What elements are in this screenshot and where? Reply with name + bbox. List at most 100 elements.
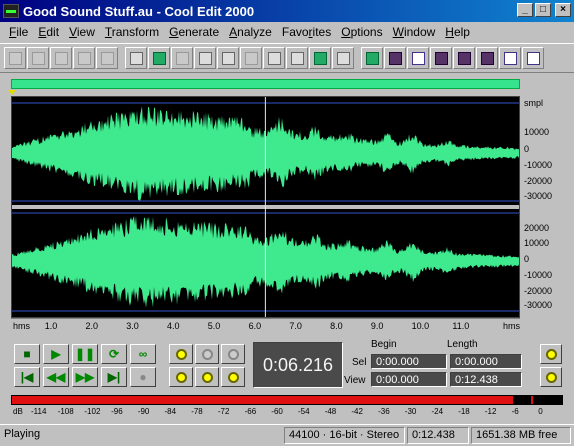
- fast-forward-button[interactable]: ▶▶: [72, 367, 98, 387]
- y-tick-label: 20000: [524, 223, 550, 233]
- paste-icon[interactable]: [263, 47, 285, 69]
- mix-paste-icon[interactable]: [286, 47, 308, 69]
- properties-icon[interactable]: [522, 47, 544, 69]
- save-icon[interactable]: [73, 47, 95, 69]
- insert-icon-glyph: [198, 51, 212, 65]
- zoom-left-icon[interactable]: [195, 367, 219, 387]
- checkbox-icon[interactable]: [407, 47, 429, 69]
- play-button[interactable]: ▶: [43, 344, 69, 364]
- close-file-icon[interactable]: [50, 47, 72, 69]
- pause-button[interactable]: ❚❚: [72, 344, 98, 364]
- status-length: 0:12.438: [407, 427, 469, 444]
- new-icon[interactable]: [4, 47, 26, 69]
- insert-icon[interactable]: [194, 47, 216, 69]
- copy-icon-glyph: [221, 51, 235, 65]
- begin-header: Begin: [371, 339, 397, 350]
- sel-begin-field[interactable]: 0:00.000: [371, 354, 447, 369]
- menu-window[interactable]: Window: [388, 25, 441, 39]
- loop-button[interactable]: ∞: [130, 344, 156, 364]
- start-marker-icon[interactable]: [8, 90, 16, 95]
- y-tick-label: 0: [524, 144, 530, 154]
- x-tick-label: 10.0: [411, 321, 430, 331]
- y-tick-label: -30000: [524, 300, 553, 310]
- rewind-button[interactable]: ◀◀: [43, 367, 69, 387]
- db-tick-label: -96: [111, 407, 123, 416]
- db-tick-label: -114: [31, 407, 47, 416]
- go-to-start-button[interactable]: |◀: [14, 367, 40, 387]
- y-tick-label: -10000: [524, 160, 553, 170]
- go-to-end-button[interactable]: ▶|: [101, 367, 127, 387]
- y-unit-label: smpl: [524, 98, 544, 108]
- favorites-icon[interactable]: [499, 47, 521, 69]
- y-tick-label: -30000: [524, 191, 553, 201]
- cut-silence-icon-glyph: [175, 51, 189, 65]
- close-button[interactable]: ×: [555, 3, 571, 17]
- waveform-display[interactable]: [11, 96, 520, 318]
- x-tick-label: 11.0: [452, 321, 470, 331]
- save-all-icon[interactable]: [96, 47, 118, 69]
- cut-silence-icon[interactable]: [171, 47, 193, 69]
- vertical-zoom-in-icon[interactable]: [540, 367, 562, 387]
- zoom-selection-icon[interactable]: [169, 367, 193, 387]
- zoom-in-icon[interactable]: [169, 344, 193, 364]
- play-looped-button[interactable]: ⟳: [101, 344, 127, 364]
- menu-view[interactable]: View: [64, 25, 100, 39]
- menu-help[interactable]: Help: [440, 25, 475, 39]
- menu-generate[interactable]: Generate: [164, 25, 224, 39]
- menu-favorites[interactable]: Favorites: [277, 25, 336, 39]
- undo-icon-glyph: [129, 51, 143, 65]
- multitrack-icon-glyph: [457, 51, 471, 65]
- stop-button[interactable]: ■: [14, 344, 40, 364]
- menu-analyze[interactable]: Analyze: [224, 25, 277, 39]
- menu-file[interactable]: File: [4, 25, 33, 39]
- db-tick-label: -102: [84, 407, 101, 416]
- spectral-view-icon[interactable]: [309, 47, 331, 69]
- menu-options[interactable]: Options: [336, 25, 387, 39]
- waveform-view-icon[interactable]: [384, 47, 406, 69]
- cut-icon[interactable]: [240, 47, 262, 69]
- save-all-icon-glyph: [100, 51, 114, 65]
- new-icon-glyph: [8, 51, 22, 65]
- overview-bar[interactable]: [11, 79, 520, 89]
- app-icon[interactable]: [3, 4, 19, 18]
- go-to-start-icon: |◀: [20, 370, 34, 384]
- x-tick-label: 6.0: [248, 321, 262, 331]
- view-length-field[interactable]: 0:12.438: [450, 372, 522, 387]
- x-tick-label: 1.0: [44, 321, 58, 331]
- sel-length-field[interactable]: 0:00.000: [450, 354, 522, 369]
- spectral-view-icon-glyph: [313, 51, 327, 65]
- trim-icon[interactable]: [332, 47, 354, 69]
- x-unit-label-end: hms: [503, 321, 521, 331]
- y-tick-label: -20000: [524, 176, 553, 186]
- time-ruler[interactable]: hms hms 1.0 2.0 3.0 4.0 5.0 6.0 7.0 8.0 9.0 10.0 11.…: [11, 318, 520, 332]
- cue-list-icon[interactable]: [476, 47, 498, 69]
- grid-icon[interactable]: [430, 47, 452, 69]
- toolbar: [0, 43, 574, 73]
- db-tick-label: -6: [511, 407, 519, 416]
- maximize-button[interactable]: □: [535, 3, 551, 17]
- undo-icon[interactable]: [125, 47, 147, 69]
- zoom-full-icon[interactable]: [221, 344, 245, 364]
- view-begin-field[interactable]: 0:00.000: [371, 372, 447, 387]
- open-icon[interactable]: [27, 47, 49, 69]
- amplitude-ruler: smpl 10000 0 -10000 -20000 -30000 20000 10000 0 -…: [521, 96, 567, 318]
- menu-transform[interactable]: Transform: [100, 25, 164, 39]
- paste-icon-glyph: [267, 51, 281, 65]
- loop-icon[interactable]: [361, 47, 383, 69]
- vertical-zoom-out-icon[interactable]: [540, 344, 562, 364]
- zoom-right-icon[interactable]: [221, 367, 245, 387]
- zoom-out-icon[interactable]: [195, 344, 219, 364]
- transport-controls: ■ ▶ ❚❚ ⟳ ∞ |◀ ◀◀ ▶▶ ▶| ●: [11, 342, 159, 390]
- record-button[interactable]: ●: [130, 367, 156, 387]
- redo-icon[interactable]: [148, 47, 170, 69]
- db-tick-label: -12: [484, 407, 497, 416]
- db-tick-label: -24: [431, 407, 444, 416]
- sel-label: Sel: [352, 357, 367, 368]
- db-tick-label: -90: [137, 407, 150, 416]
- multitrack-icon[interactable]: [453, 47, 475, 69]
- status-bar: Playing 44100 · 16-bit · Stereo 0:12.438…: [0, 424, 574, 446]
- menu-edit[interactable]: Edit: [33, 25, 64, 39]
- properties-icon-glyph: [526, 51, 540, 65]
- copy-icon[interactable]: [217, 47, 239, 69]
- minimize-button[interactable]: _: [517, 3, 533, 17]
